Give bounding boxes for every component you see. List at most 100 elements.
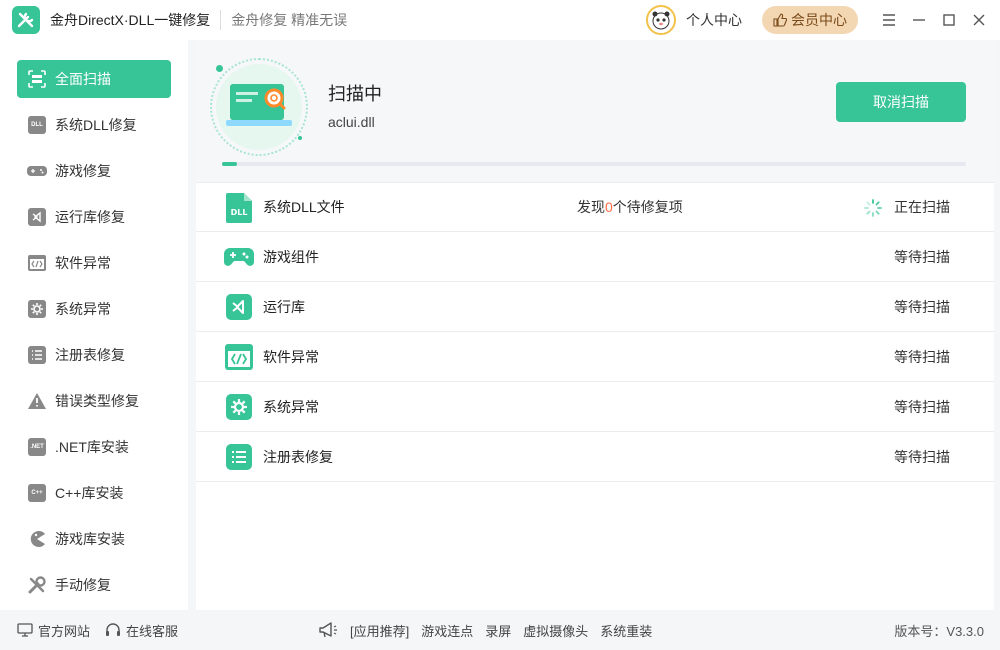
online-support-label: 在线客服	[126, 623, 179, 639]
scan-row-name: 系统异常	[263, 398, 319, 415]
title-bar: 金舟DirectX·DLL一键修复 金舟修复 精准无误 个人中心 会员中心	[0, 0, 1000, 40]
sidebar-item-software-error[interactable]: 软件异常	[17, 244, 171, 282]
loading-spinner-icon	[864, 199, 882, 217]
sidebar-item-cpp-install[interactable]: C++ C++库安装	[17, 474, 171, 512]
scan-progress-fill	[222, 162, 237, 166]
app-logo-icon	[12, 6, 40, 34]
full-scan-icon	[27, 69, 47, 89]
net-icon: .NET	[27, 437, 47, 457]
cpp-icon: C++	[27, 483, 47, 503]
scan-row-name: 软件异常	[263, 348, 319, 365]
sidebar-item-label: .NET库安装	[55, 439, 129, 455]
scan-row-software: 软件异常 等待扫描	[196, 332, 994, 382]
megaphone-icon	[319, 622, 337, 638]
scan-row-name: 运行库	[263, 298, 305, 315]
gear-icon	[224, 392, 254, 422]
official-website-link[interactable]: 官方网站	[17, 621, 90, 640]
dll-icon: DLL	[27, 115, 47, 135]
sidebar-item-runtime-repair[interactable]: 运行库修复	[17, 198, 171, 236]
sidebar-item-error-type-repair[interactable]: 错误类型修复	[17, 382, 171, 420]
pacman-icon	[27, 529, 47, 549]
sidebar-item-label: 系统异常	[55, 301, 111, 317]
list-icon	[27, 345, 47, 365]
wrench-icon	[27, 575, 47, 595]
decor-dot	[216, 65, 223, 72]
recommend-links: [应用推荐] 游戏连点 录屏 虚拟摄像头 系统重装	[318, 621, 664, 640]
gamepad-icon	[224, 242, 254, 272]
sidebar: 全面扫描 DLL 系统DLL修复 游戏修复 运行库修复 软件异常 系统异常 注册…	[0, 40, 188, 610]
scan-row-status: 正在扫描	[894, 199, 950, 215]
scan-row-found: 发现0个待修复项	[577, 199, 683, 215]
scan-row-system: 系统异常 等待扫描	[196, 382, 994, 432]
sidebar-item-label: 错误类型修复	[55, 393, 139, 409]
sidebar-item-full-scan[interactable]: 全面扫描	[17, 60, 171, 98]
sidebar-item-game-repair[interactable]: 游戏修复	[17, 152, 171, 190]
menu-icon[interactable]	[874, 0, 904, 40]
recommend-link-screen-record[interactable]: 录屏	[485, 621, 511, 640]
scan-row-status: 等待扫描	[894, 248, 950, 265]
scan-row-name: 游戏组件	[263, 248, 319, 265]
cancel-scan-button[interactable]: 取消扫描	[836, 82, 966, 122]
scan-row-registry: 注册表修复 等待扫描	[196, 432, 994, 482]
gear-icon	[27, 299, 47, 319]
maximize-icon[interactable]	[934, 0, 964, 40]
main-panel: 扫描中 aclui.dll 取消扫描 DLL 系统DLL文件 发现0个待修复项 …	[196, 40, 994, 610]
user-center-link[interactable]: 个人中心	[686, 10, 742, 30]
sidebar-item-net-install[interactable]: .NET .NET库安装	[17, 428, 171, 466]
official-website-label: 官方网站	[38, 623, 91, 639]
avatar[interactable]	[646, 5, 676, 35]
warning-icon	[27, 391, 47, 411]
scan-row-status: 等待扫描	[894, 448, 950, 465]
runtime-icon	[27, 207, 47, 227]
sidebar-item-game-lib-install[interactable]: 游戏库安装	[17, 520, 171, 558]
scan-row-dll: DLL 系统DLL文件 发现0个待修复项 正在扫描	[196, 182, 994, 232]
recommend-label: [应用推荐]	[350, 623, 410, 639]
sidebar-item-label: 软件异常	[55, 255, 111, 271]
decor-dot	[298, 136, 302, 140]
footer-bar: 官方网站 在线客服 [应用推荐] 游戏连点 录屏 虚拟摄像头 系统重装 版本号：…	[0, 610, 1000, 650]
title-divider	[220, 10, 222, 30]
sidebar-item-label: 注册表修复	[55, 347, 125, 363]
code-icon	[27, 253, 47, 273]
runtime-icon	[224, 292, 254, 322]
sidebar-item-label: 手动修复	[55, 577, 111, 593]
svg-text:DLL: DLL	[231, 208, 248, 217]
recommend-link-system-reinstall[interactable]: 系统重装	[600, 621, 652, 640]
scan-row-name: 系统DLL文件	[263, 199, 345, 215]
sidebar-item-label: 游戏修复	[55, 163, 111, 179]
scan-status-title: 扫描中	[328, 84, 382, 104]
scan-row-name: 注册表修复	[263, 448, 333, 465]
recommend-link-auto-clicker[interactable]: 游戏连点	[421, 621, 473, 640]
dll-file-icon: DLL	[224, 193, 254, 223]
online-support-link[interactable]: 在线客服	[105, 621, 178, 640]
scan-row-game: 游戏组件 等待扫描	[196, 232, 994, 282]
sidebar-item-registry-repair[interactable]: 注册表修复	[17, 336, 171, 374]
monitor-search-icon	[226, 84, 292, 126]
monitor-icon	[17, 623, 33, 637]
sidebar-item-label: 运行库修复	[55, 209, 125, 225]
sidebar-item-label: 游戏库安装	[55, 531, 125, 547]
sidebar-item-label: 全面扫描	[55, 71, 111, 87]
vip-center-label: 会员中心	[791, 12, 847, 28]
code-window-icon	[224, 342, 254, 372]
app-slogan: 金舟修复 精准无误	[231, 12, 348, 28]
scan-progress-bar	[222, 162, 966, 166]
headset-icon	[106, 623, 120, 636]
sidebar-item-system-error[interactable]: 系统异常	[17, 290, 171, 328]
close-icon[interactable]	[964, 0, 994, 40]
gamepad-icon	[27, 161, 47, 181]
sidebar-item-label: C++库安装	[55, 485, 124, 501]
sidebar-item-label: 系统DLL修复	[55, 117, 137, 133]
scan-row-runtime: 运行库 等待扫描	[196, 282, 994, 332]
version-label: 版本号：V3.3.0	[894, 623, 984, 639]
scan-illustration	[210, 58, 308, 156]
sidebar-item-dll-repair[interactable]: DLL 系统DLL修复	[17, 106, 171, 144]
app-title: 金舟DirectX·DLL一键修复	[50, 12, 211, 28]
vip-center-button[interactable]: 会员中心	[762, 6, 858, 34]
scan-row-status: 等待扫描	[894, 398, 950, 415]
found-count: 0	[605, 199, 613, 215]
scan-header: 扫描中 aclui.dll 取消扫描	[196, 40, 994, 182]
recommend-link-virtual-camera[interactable]: 虚拟摄像头	[523, 621, 588, 640]
sidebar-item-manual-repair[interactable]: 手动修复	[17, 566, 171, 604]
minimize-icon[interactable]	[904, 0, 934, 40]
